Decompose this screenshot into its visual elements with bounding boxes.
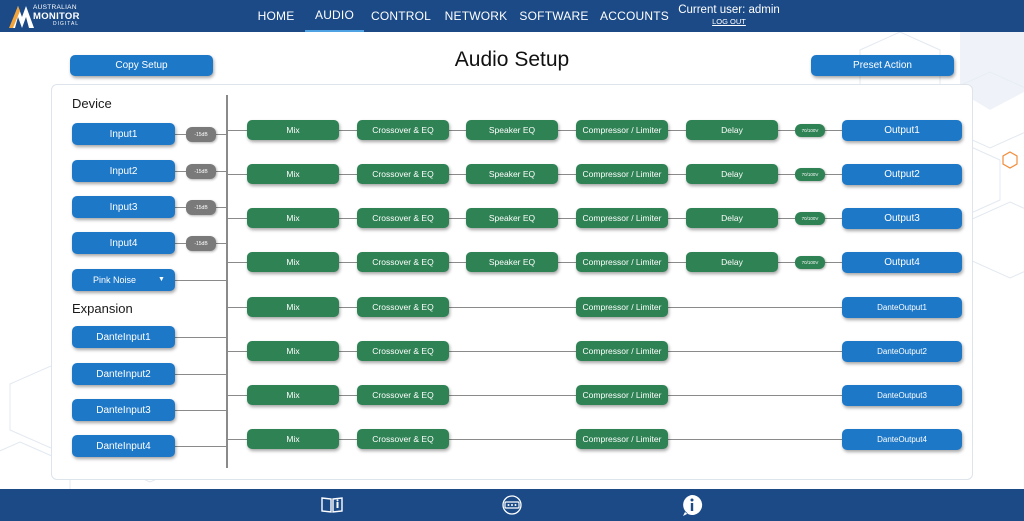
audio-routing-panel	[51, 84, 973, 480]
brand-logo[interactable]: AUSTRALIAN MONITOR DIGITAL	[9, 3, 87, 30]
input-connector-line	[175, 337, 227, 338]
ch2-compressor-limiter-button[interactable]: Compressor / Limiter	[576, 164, 668, 184]
ch3-mix-button[interactable]: Mix	[247, 208, 339, 228]
nav-software[interactable]: SOFTWARE	[519, 0, 588, 32]
ch4-mix-button[interactable]: Mix	[247, 252, 339, 272]
ch3-delay-button[interactable]: Delay	[686, 208, 778, 228]
dante-ch2-mix-button[interactable]: Mix	[247, 341, 339, 361]
output4-button[interactable]: Output4	[842, 252, 962, 273]
nav-home[interactable]: HOME	[252, 0, 300, 32]
nav-network[interactable]: NETWORK	[445, 0, 508, 32]
ch2-speaker-eq-button[interactable]: Speaker EQ	[466, 164, 558, 184]
dante-output3-button[interactable]: DanteOutput3	[842, 385, 962, 406]
caret-down-icon: ▼	[158, 276, 165, 283]
ch1-speaker-eq-button[interactable]: Speaker EQ	[466, 120, 558, 140]
preset-action-button[interactable]: Preset Action	[811, 55, 954, 76]
ch2-delay-button[interactable]: Delay	[686, 164, 778, 184]
ch1-70-100v-badge[interactable]: 70/100V	[795, 124, 825, 137]
input-connector-line	[175, 446, 227, 447]
logout-link[interactable]: LOG OUT	[660, 17, 798, 26]
dante-ch3-compressor-limiter-button[interactable]: Compressor / Limiter	[576, 385, 668, 405]
output1-button[interactable]: Output1	[842, 120, 962, 141]
ch1-crossover-eq-button[interactable]: Crossover & EQ	[357, 120, 449, 140]
dante-ch2-crossover-eq-button[interactable]: Crossover & EQ	[357, 341, 449, 361]
ch4-speaker-eq-button[interactable]: Speaker EQ	[466, 252, 558, 272]
ch3-compressor-limiter-button[interactable]: Compressor / Limiter	[576, 208, 668, 228]
ch4-70-100v-badge[interactable]: 70/100V	[795, 256, 825, 269]
dante-input4-button[interactable]: DanteInput4	[72, 435, 175, 457]
ch2-mix-button[interactable]: Mix	[247, 164, 339, 184]
dante-input1-button[interactable]: DanteInput1	[72, 326, 175, 348]
pink-noise-label: Pink Noise	[93, 275, 137, 285]
input2-button[interactable]: Input2	[72, 160, 175, 182]
signal-bus-line	[226, 95, 228, 468]
ch2-crossover-eq-button[interactable]: Crossover & EQ	[357, 164, 449, 184]
input4-gain-badge[interactable]: -15dB	[186, 236, 216, 251]
ch2-70-100v-badge[interactable]: 70/100V	[795, 168, 825, 181]
brand-line-3: DIGITAL	[53, 21, 80, 27]
input4-button[interactable]: Input4	[72, 232, 175, 254]
dante-output1-button[interactable]: DanteOutput1	[842, 297, 962, 318]
ch3-crossover-eq-button[interactable]: Crossover & EQ	[357, 208, 449, 228]
ch1-mix-button[interactable]: Mix	[247, 120, 339, 140]
dante-ch1-compressor-limiter-button[interactable]: Compressor / Limiter	[576, 297, 668, 317]
ch4-crossover-eq-button[interactable]: Crossover & EQ	[357, 252, 449, 272]
dante-output4-button[interactable]: DanteOutput4	[842, 429, 962, 450]
current-user-block: Current user: admin LOG OUT	[660, 4, 798, 26]
nav-audio[interactable]: AUDIO	[305, 0, 364, 32]
current-user-label: Current user: admin	[678, 4, 780, 16]
device-heading: Device	[72, 96, 112, 111]
dante-input3-button[interactable]: DanteInput3	[72, 399, 175, 421]
input3-gain-badge[interactable]: -15dB	[186, 200, 216, 215]
input-connector-line	[175, 280, 227, 281]
pink-noise-dropdown[interactable]: Pink Noise ▼	[72, 269, 175, 291]
input3-button[interactable]: Input3	[72, 196, 175, 218]
output3-button[interactable]: Output3	[842, 208, 962, 229]
ch1-compressor-limiter-button[interactable]: Compressor / Limiter	[576, 120, 668, 140]
input-connector-line	[175, 410, 227, 411]
nav-control[interactable]: CONTROL	[370, 0, 432, 32]
bottom-toolbar	[0, 489, 1024, 521]
dante-ch2-compressor-limiter-button[interactable]: Compressor / Limiter	[576, 341, 668, 361]
dante-ch4-crossover-eq-button[interactable]: Crossover & EQ	[357, 429, 449, 449]
dante-output2-button[interactable]: DanteOutput2	[842, 341, 962, 362]
ch4-delay-button[interactable]: Delay	[686, 252, 778, 272]
manual-book-icon[interactable]	[318, 489, 346, 521]
output2-button[interactable]: Output2	[842, 164, 962, 185]
dante-ch4-compressor-limiter-button[interactable]: Compressor / Limiter	[576, 429, 668, 449]
dante-ch3-crossover-eq-button[interactable]: Crossover & EQ	[357, 385, 449, 405]
expansion-heading: Expansion	[72, 301, 133, 316]
input2-gain-badge[interactable]: -15dB	[186, 164, 216, 179]
input1-gain-badge[interactable]: -15dB	[186, 127, 216, 142]
top-nav-bar: AUSTRALIAN MONITOR DIGITAL HOME AUDIO CO…	[0, 0, 1024, 32]
dante-ch4-mix-button[interactable]: Mix	[247, 429, 339, 449]
dante-ch1-mix-button[interactable]: Mix	[247, 297, 339, 317]
input1-button[interactable]: Input1	[72, 123, 175, 145]
ch1-delay-button[interactable]: Delay	[686, 120, 778, 140]
ch4-compressor-limiter-button[interactable]: Compressor / Limiter	[576, 252, 668, 272]
info-icon[interactable]	[679, 489, 705, 521]
network-device-icon[interactable]	[499, 489, 525, 521]
dante-input2-button[interactable]: DanteInput2	[72, 363, 175, 385]
input-connector-line	[175, 374, 227, 375]
nav-accounts[interactable]: ACCOUNTS	[600, 0, 669, 32]
dante-ch1-crossover-eq-button[interactable]: Crossover & EQ	[357, 297, 449, 317]
dante-ch3-mix-button[interactable]: Mix	[247, 385, 339, 405]
logo-mark-icon	[9, 6, 34, 28]
page-title: Audio Setup	[454, 48, 570, 71]
ch3-speaker-eq-button[interactable]: Speaker EQ	[466, 208, 558, 228]
ch3-70-100v-badge[interactable]: 70/100V	[795, 212, 825, 225]
copy-setup-button[interactable]: Copy Setup	[70, 55, 213, 76]
